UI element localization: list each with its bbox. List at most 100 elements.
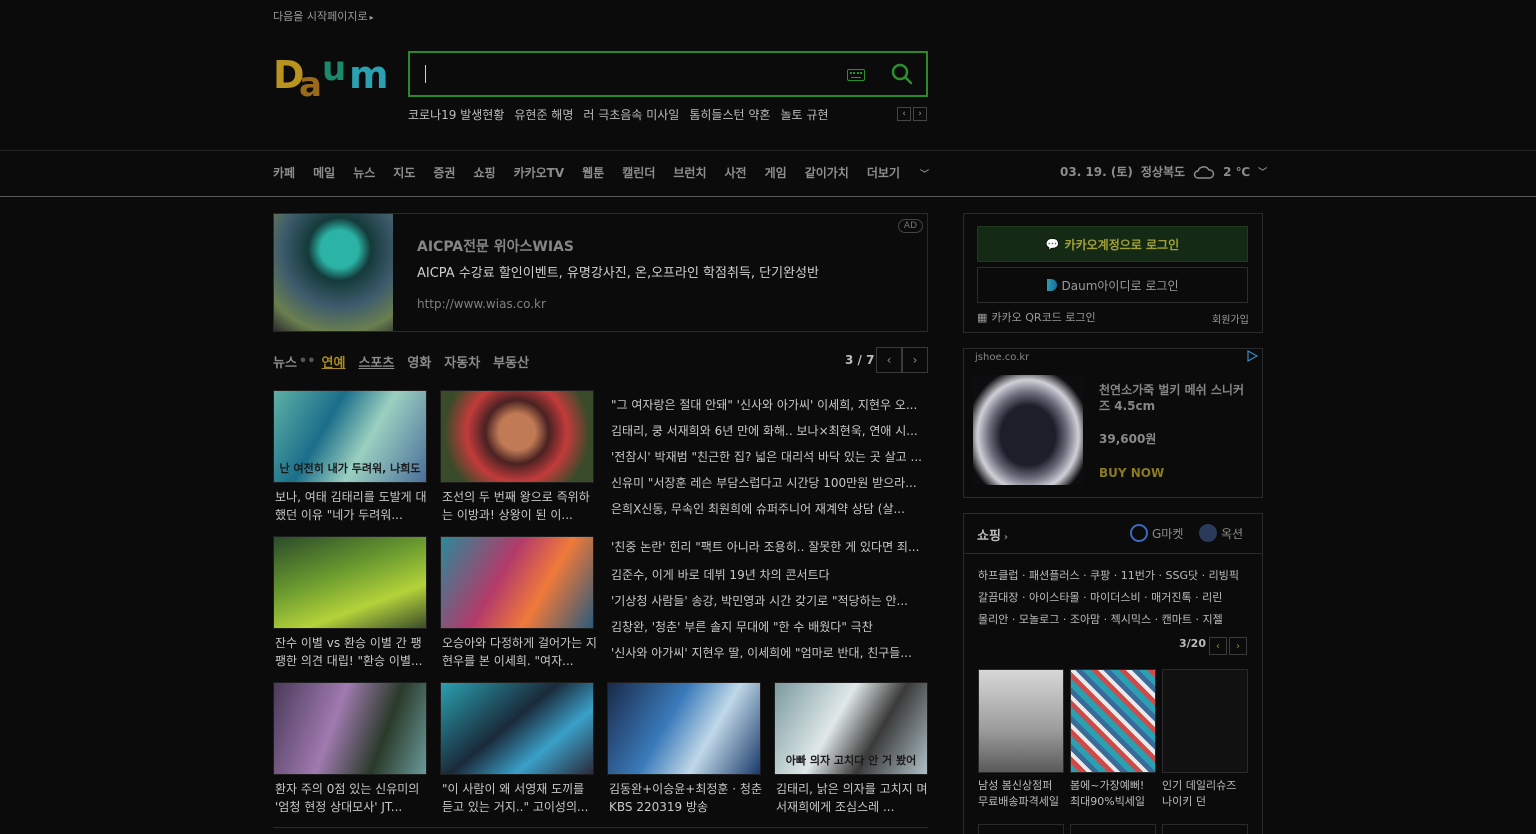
nav-item-mail[interactable]: 메일 <box>313 164 335 181</box>
news-prev-button[interactable]: ‹ <box>876 347 902 373</box>
news-headline[interactable]: '친중 논란' 힌리 "팩트 아니라 조용히.. 잘못한 게 있다면 죄... <box>611 538 927 555</box>
news-thumbnail[interactable]: 아빠 의자 고치다 안 거 봤어 <box>774 682 928 775</box>
tab-entertainment[interactable]: 연예 <box>322 352 346 371</box>
auction-link[interactable]: 옥션 <box>1199 524 1243 542</box>
date-weather[interactable]: 03. 19. (토) 정상복도 2 ℃ ﹀ <box>1060 163 1267 180</box>
shop-next-button[interactable]: › <box>1229 637 1247 655</box>
news-thumbnail[interactable] <box>440 390 594 483</box>
news-headline[interactable]: '신사와 아가씨' 지현우 딸, 이세희에 "엄마로 반대, 친구들... <box>611 644 927 661</box>
daum-d-icon <box>1046 279 1057 291</box>
ad-title[interactable]: AICPA전문 위아스WIAS <box>417 236 574 256</box>
qr-login-link[interactable]: ▦ 카카오 QR코드 로그인 <box>977 309 1096 325</box>
news-thumb-title[interactable]: 조선의 두 번째 왕으로 즉위하는 이방과! 상왕이 된 이... <box>442 488 598 524</box>
nav-item-shopping[interactable]: 쇼핑 <box>473 164 495 181</box>
news-headline[interactable]: 김준수, 이게 바로 데뷔 19년 차의 콘서트다 <box>611 566 927 583</box>
shop-links-row[interactable]: 갈끔대장 · 아이스타몰 · 마이더스비 · 매거진톡 · 리린 <box>978 589 1248 605</box>
news-thumbnail[interactable] <box>607 682 761 775</box>
news-thumb-title[interactable]: 오승아와 다정하게 걸어가는 지현우를 본 이세희. "여자... <box>442 634 598 670</box>
news-headline[interactable]: 김창완, '청춘' 부른 솔지 무대에 "한 수 배웠다" 극찬 <box>611 618 927 635</box>
ad-description[interactable]: AICPA 수강료 할인이벤트, 유명강사진, 온,오프라인 학점취득, 단기완… <box>417 262 819 281</box>
news-thumbnail[interactable] <box>273 536 427 629</box>
shop-page-indicator: 3/20 <box>1179 637 1206 650</box>
product-thumbnail[interactable] <box>978 669 1064 773</box>
product-image[interactable] <box>973 375 1083 485</box>
text-caret <box>425 65 426 83</box>
daum-login-button[interactable]: Daum아이디로 로그인 <box>977 267 1248 303</box>
svg-text:m: m <box>349 53 389 97</box>
nav-item-webtoon[interactable]: 웹툰 <box>582 164 604 181</box>
nav-item-kakaotv[interactable]: 카카오TV <box>514 164 565 181</box>
search-icon[interactable] <box>890 62 914 86</box>
news-thumb-title[interactable]: 김동완+이승윤+최정훈 · 청춘 KBS 220319 방송 <box>609 780 765 816</box>
news-headline[interactable]: 신유미 "서장훈 레슨 부담스럽다고 시간당 100만원 받으라... <box>611 474 927 491</box>
buy-now-button[interactable]: BUY NOW <box>1099 466 1164 480</box>
news-headline[interactable]: "그 여자랑은 절대 안돼" '신사와 아가씨' 이세희, 지현우 오... <box>611 396 927 413</box>
product-thumbnail[interactable] <box>1162 824 1248 834</box>
shop-prev-button[interactable]: ‹ <box>1209 637 1227 655</box>
nav-item-brunch[interactable]: 브런치 <box>673 164 706 181</box>
trending-item[interactable]: 유현준 해명 <box>514 106 573 123</box>
news-headline[interactable]: '전참시' 박재범 "친근한 집? 넓은 대리석 바닥 있는 곳 살고 ... <box>611 448 927 465</box>
chevron-left-icon[interactable]: ‹ <box>897 107 911 121</box>
nav-item-game[interactable]: 게임 <box>765 164 787 181</box>
trending-item[interactable]: 코로나19 발생현황 <box>408 106 504 123</box>
nav-item-stock[interactable]: 증권 <box>433 164 455 181</box>
tab-car[interactable]: 자동차 <box>444 352 480 371</box>
nav-item-calendar[interactable]: 캘린더 <box>622 164 655 181</box>
search-input[interactable] <box>408 51 928 97</box>
trending-item[interactable]: 톰히들스턴 약혼 <box>689 106 770 123</box>
news-thumb-title[interactable]: "이 사람이 왜 서영재 도끼를 듣고 있는 거지.." 고이성의... <box>442 780 598 816</box>
news-thumb-title[interactable]: 환자 주의 0점 있는 신유미의 '엄청 현정 상대모사' JT... <box>275 780 431 816</box>
keyboard-icon[interactable] <box>847 69 865 81</box>
chevron-right-icon[interactable]: › <box>913 107 927 121</box>
shopping-title[interactable]: 쇼핑 › <box>977 525 1008 544</box>
product-title[interactable]: 남성 봄신상점퍼 무료배송파격세일 <box>978 778 1064 812</box>
news-thumb-title[interactable]: 잔수 이별 vs 환승 이별 간 팽팽한 의견 대립! "환승 이별... <box>275 634 431 670</box>
news-thumbnail[interactable] <box>273 682 427 775</box>
ad-banner[interactable]: AD AICPA전문 위아스WIAS AICPA 수강료 할인이벤트, 유명강사… <box>273 213 928 332</box>
signup-link[interactable]: 회원가입 <box>1212 311 1249 326</box>
daum-logo[interactable]: D a u m <box>273 48 391 100</box>
product-thumbnail[interactable] <box>1070 669 1156 773</box>
news-headline[interactable]: 은희X신동, 무속인 최원희에 슈퍼주니어 재계약 상담 (살... <box>611 500 927 517</box>
trending-keywords: 코로나19 발생현황 유현준 해명 러 극초음속 미사일 톰히들스턴 약혼 놀토… <box>408 106 828 123</box>
tab-sports[interactable]: 스포츠 <box>358 352 394 371</box>
chevron-right-icon: › <box>1003 532 1009 543</box>
news-thumb-title[interactable]: 보나, 여태 김태리를 도발게 대했던 이유 "네가 두려워... <box>275 488 431 524</box>
news-headline[interactable]: 김태리, 쿵 서재희와 6년 만에 화해.. 보나×최현욱, 연애 시... <box>611 422 927 439</box>
tab-movie[interactable]: 영화 <box>407 352 431 371</box>
svg-text:a: a <box>299 65 322 100</box>
news-next-button[interactable]: › <box>902 347 928 373</box>
nav-item-together[interactable]: 같이가치 <box>805 164 849 181</box>
product-title[interactable]: 봄에~가장예뻐! 최대90%빅세일 <box>1070 778 1156 812</box>
trending-item[interactable]: 러 극초음속 미사일 <box>583 106 679 123</box>
chevron-right-icon: ▸ <box>369 13 374 22</box>
adchoices-icon[interactable] <box>1246 350 1258 362</box>
news-thumb-title[interactable]: 김태리, 낡은 의자를 고치지 며 서재희에게 조심스레 ... <box>776 780 932 816</box>
nav-item-news[interactable]: 뉴스 <box>353 164 375 181</box>
product-title[interactable]: 인기 데일리슈즈 나이키 던 <box>1162 778 1248 812</box>
nav-item-cafe[interactable]: 카페 <box>273 164 295 181</box>
nav-item-dictionary[interactable]: 사전 <box>725 164 747 181</box>
daum-homepage: 다음을 시작페이지로 ▸ D a u m 코로나19 발생현황 유현준 해명 러 … <box>0 0 1536 834</box>
nav-item-map[interactable]: 지도 <box>393 164 415 181</box>
nav-item-more[interactable]: 더보기 ﹀ <box>867 164 947 181</box>
trending-item[interactable]: 놀토 규현 <box>780 106 828 123</box>
product-thumbnail[interactable] <box>1070 824 1156 834</box>
news-headline[interactable]: '기상청 사람들' 송강, 박민영과 시간 갖기로 "적당하는 안... <box>611 592 927 609</box>
gmarket-link[interactable]: G마켓 <box>1130 524 1183 542</box>
product-thumbnail[interactable] <box>1162 669 1248 773</box>
news-thumbnail[interactable] <box>440 682 594 775</box>
news-thumbnail[interactable] <box>440 536 594 629</box>
start-page-link[interactable]: 다음을 시작페이지로 ▸ <box>273 8 374 24</box>
ad-image <box>274 214 393 331</box>
shop-links-row[interactable]: 하프클럽 · 패션플러스 · 쿠팡 · 11번가 · SSG닷 · 리빙픽 <box>978 567 1248 583</box>
product-name[interactable]: 천연소가죽 벌키 메쉬 스니커즈 4.5cm <box>1099 382 1254 414</box>
tab-news[interactable]: 뉴스 <box>273 352 297 371</box>
tab-realestate[interactable]: 부동산 <box>493 352 529 371</box>
shop-links-row[interactable]: 몰리안 · 모놀로그 · 조아맘 · 젝시믹스 · 캔마트 · 지젤 <box>978 611 1248 627</box>
kakao-login-button[interactable]: 💬 카카오계정으로 로그인 <box>977 226 1248 262</box>
product-thumbnail[interactable] <box>978 824 1064 834</box>
ad-url[interactable]: http://www.wias.co.kr <box>417 297 546 311</box>
news-thumbnail[interactable]: 난 여전히 내가 두려워, 나희도 <box>273 390 427 483</box>
